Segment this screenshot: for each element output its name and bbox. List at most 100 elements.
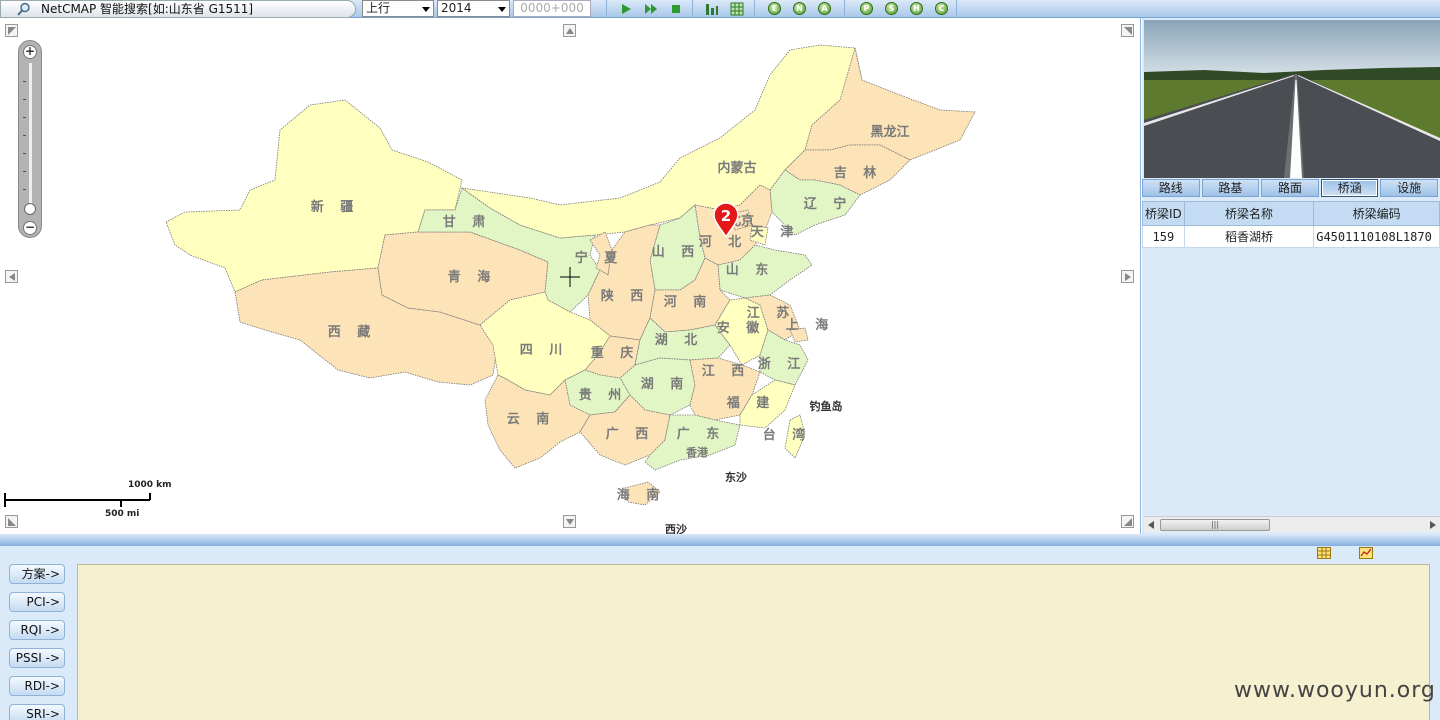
zoom-tick <box>23 171 26 172</box>
bridge-id-cell: 159 <box>1142 225 1185 248</box>
pan-east-button[interactable] <box>1121 270 1134 283</box>
column-header[interactable]: 桥梁名称 <box>1183 201 1315 226</box>
watermark: www.wooyun.org <box>1234 678 1436 703</box>
province-label: 四 川 <box>520 343 569 358</box>
rdi-button[interactable]: RDI-> <box>9 676 65 696</box>
letter-button-c[interactable]: C <box>934 1 949 16</box>
china-province-map[interactable]: 新 疆 西 藏 青 海 甘 肃 内蒙古 黑龙江 吉 林 辽 宁 河 北 北京 天… <box>0 18 1141 534</box>
tab-pavement[interactable]: 路面 <box>1261 179 1319 197</box>
arrow-northeast-icon <box>1123 26 1132 35</box>
stake-input[interactable]: 0000+000 <box>513 0 591 17</box>
island-label: 钓鱼岛 <box>810 399 843 413</box>
arrow-right-icon <box>1124 272 1131 281</box>
netcmap-app: NetCMAP 智能搜索[如:山东省 G1511] 上行 2014 0000+0… <box>0 0 1440 720</box>
toolbar-separator <box>692 0 693 17</box>
province-label: 河 南 <box>664 294 713 310</box>
province-label: 福 建 <box>726 395 776 411</box>
scroll-right-icon[interactable] <box>1430 521 1436 529</box>
letter-c-icon: C <box>935 2 948 15</box>
marker-number: 2 <box>721 207 731 225</box>
letter-button-n[interactable]: N <box>792 1 807 16</box>
pan-southeast-button[interactable] <box>1121 515 1134 528</box>
grid-table-button[interactable] <box>729 1 744 16</box>
letter-button-a[interactable]: A <box>817 1 832 16</box>
letter-button-p[interactable]: P <box>859 1 874 16</box>
letter-button-e[interactable]: E <box>767 1 782 16</box>
chevron-down-icon <box>498 7 506 12</box>
province-label: 云 南 <box>507 411 556 427</box>
letter-p-icon: P <box>860 2 873 15</box>
tab-bridge[interactable]: 桥涵 <box>1320 179 1379 197</box>
pan-northwest-button[interactable] <box>5 24 18 37</box>
province-label: 贵 州 <box>579 387 628 403</box>
tab-facility[interactable]: 设施 <box>1380 179 1438 197</box>
scrollbar-thumb[interactable]: ||| <box>1160 519 1270 531</box>
province-label: 山 西 <box>652 244 701 260</box>
zoom-slider-thumb[interactable] <box>24 203 36 215</box>
stop-icon <box>671 4 680 13</box>
zoom-out-button[interactable]: − <box>23 221 37 235</box>
pan-north-button[interactable] <box>563 24 576 37</box>
province-label: 天 津 <box>751 224 800 240</box>
island-label: 东沙 <box>725 470 747 484</box>
sri-button[interactable]: SRI-> <box>9 704 65 720</box>
scale-bar: 1000 km 500 mi <box>4 480 174 520</box>
tab-roadbed[interactable]: 路基 <box>1201 179 1260 197</box>
column-header[interactable]: 桥梁ID <box>1142 201 1185 226</box>
province-label: 湖 北 <box>655 333 704 348</box>
province-label: 宁 夏 <box>575 250 624 266</box>
zoom-tick <box>23 153 26 154</box>
bridge-table: 桥梁ID 桥梁名称 桥梁编码 159 稻香湖桥 G4501110108L1870 <box>1142 201 1440 248</box>
rqi-button[interactable]: RQI -> <box>9 620 65 640</box>
zoom-slider-track[interactable] <box>29 63 32 213</box>
tab-route[interactable]: 路线 <box>1142 179 1200 197</box>
chevron-down-icon <box>422 7 430 12</box>
table-header-row: 桥梁ID 桥梁名称 桥梁编码 <box>1142 201 1440 226</box>
arrow-down-icon <box>565 518 574 525</box>
year-select[interactable]: 2014 <box>437 0 510 17</box>
zoom-in-button[interactable]: + <box>23 45 37 59</box>
pssi-button[interactable]: PSSI -> <box>9 648 65 668</box>
play-button[interactable] <box>618 1 633 16</box>
province-label: 内蒙古 <box>717 160 756 176</box>
province-label: 广 东 <box>677 426 726 442</box>
stop-button[interactable] <box>668 1 683 16</box>
bar-chart-button[interactable] <box>704 1 719 16</box>
toolbar-separator <box>844 0 845 17</box>
scale-km-label: 1000 km <box>128 480 172 490</box>
pan-south-button[interactable] <box>563 515 576 528</box>
table-view-icon <box>1317 547 1331 559</box>
column-header[interactable]: 桥梁编码 <box>1313 201 1440 226</box>
province-label: 香港 <box>685 445 709 459</box>
panel-splitter[interactable] <box>0 534 1440 546</box>
province-label: 重 庆 <box>591 345 640 361</box>
pan-northeast-button[interactable] <box>1121 24 1134 37</box>
province-label: 上 海 <box>786 317 835 333</box>
grid-table-icon <box>730 2 743 15</box>
letter-e-icon: E <box>768 2 781 15</box>
scroll-left-icon[interactable] <box>1148 521 1154 529</box>
pan-west-button[interactable] <box>5 270 18 283</box>
letter-button-h[interactable]: H <box>909 1 924 16</box>
horizontal-scrollbar[interactable]: ||| <box>1144 516 1440 532</box>
pci-button[interactable]: PCI-> <box>9 592 65 612</box>
letter-h-icon: H <box>910 2 923 15</box>
fast-forward-button[interactable] <box>643 1 658 16</box>
toolbar-separator <box>754 0 755 17</box>
bridge-name-cell: 稻香湖桥 <box>1183 225 1315 248</box>
plan-button[interactable]: 方案-> <box>9 564 65 584</box>
letter-button-s[interactable]: S <box>884 1 899 16</box>
year-value: 2014 <box>441 1 472 15</box>
zoom-control: + − <box>18 40 42 238</box>
smart-search-input[interactable]: NetCMAP 智能搜索[如:山东省 G1511] <box>0 0 356 18</box>
zoom-tick <box>23 99 26 100</box>
map-view[interactable]: 新 疆 西 藏 青 海 甘 肃 内蒙古 黑龙江 吉 林 辽 宁 河 北 北京 天… <box>0 18 1141 534</box>
scale-mi-label: 500 mi <box>105 509 140 519</box>
table-row[interactable]: 159 稻香湖桥 G4501110108L1870 <box>1142 225 1440 248</box>
province-label: 甘 肃 <box>443 214 492 230</box>
direction-select[interactable]: 上行 <box>362 0 434 17</box>
direction-value: 上行 <box>366 1 391 15</box>
info-panel: 路线 路基 路面 桥涵 设施 桥梁ID 桥梁名称 桥梁编码 159 稻香湖桥 G… <box>1142 18 1440 534</box>
province-label: 台 湾 <box>763 427 812 443</box>
zoom-tick <box>23 117 26 118</box>
